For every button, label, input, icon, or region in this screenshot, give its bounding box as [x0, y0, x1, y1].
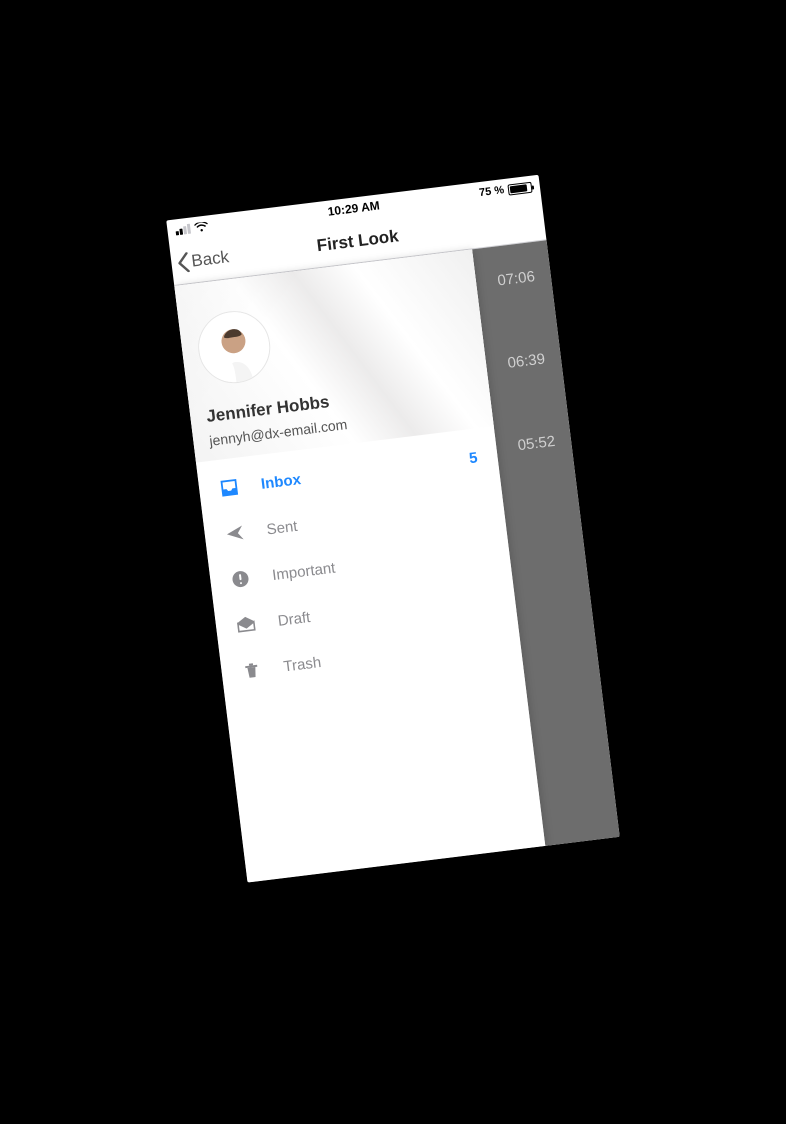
- avatar: [194, 307, 274, 387]
- chevron-left-icon: [176, 252, 190, 273]
- wifi-icon: [194, 221, 209, 233]
- list-item-time: 05:52: [516, 427, 556, 454]
- back-label: Back: [190, 247, 230, 271]
- status-right: 75 %: [478, 181, 532, 199]
- page-title: First Look: [316, 226, 400, 256]
- list-item-time: 07:06: [496, 262, 536, 289]
- status-left: [175, 221, 209, 235]
- signal-icon: [175, 224, 191, 236]
- list-item-time: 06:39: [506, 344, 546, 371]
- status-time: 10:29 AM: [327, 198, 381, 218]
- folder-label: Trash: [282, 634, 479, 675]
- folder-count: 5: [468, 449, 478, 467]
- screen-body: Jennifer Hobbs jennyh@dx-email.com Inbox…: [174, 240, 619, 882]
- folder-list: Inbox 5 Sent Important: [196, 426, 523, 703]
- important-icon: [229, 568, 251, 590]
- battery-icon: [507, 181, 532, 195]
- folder-label: Inbox: [260, 453, 448, 493]
- profile-header: Jennifer Hobbs jennyh@dx-email.com: [174, 249, 493, 462]
- inbox-icon: [218, 477, 240, 499]
- draft-icon: [235, 614, 257, 636]
- sent-icon: [224, 522, 246, 544]
- trash-icon: [241, 659, 263, 681]
- phone-frame: 10:29 AM 75 % Back First Look: [166, 175, 619, 883]
- battery-percent-label: 75 %: [478, 184, 504, 199]
- back-button[interactable]: Back: [176, 247, 230, 273]
